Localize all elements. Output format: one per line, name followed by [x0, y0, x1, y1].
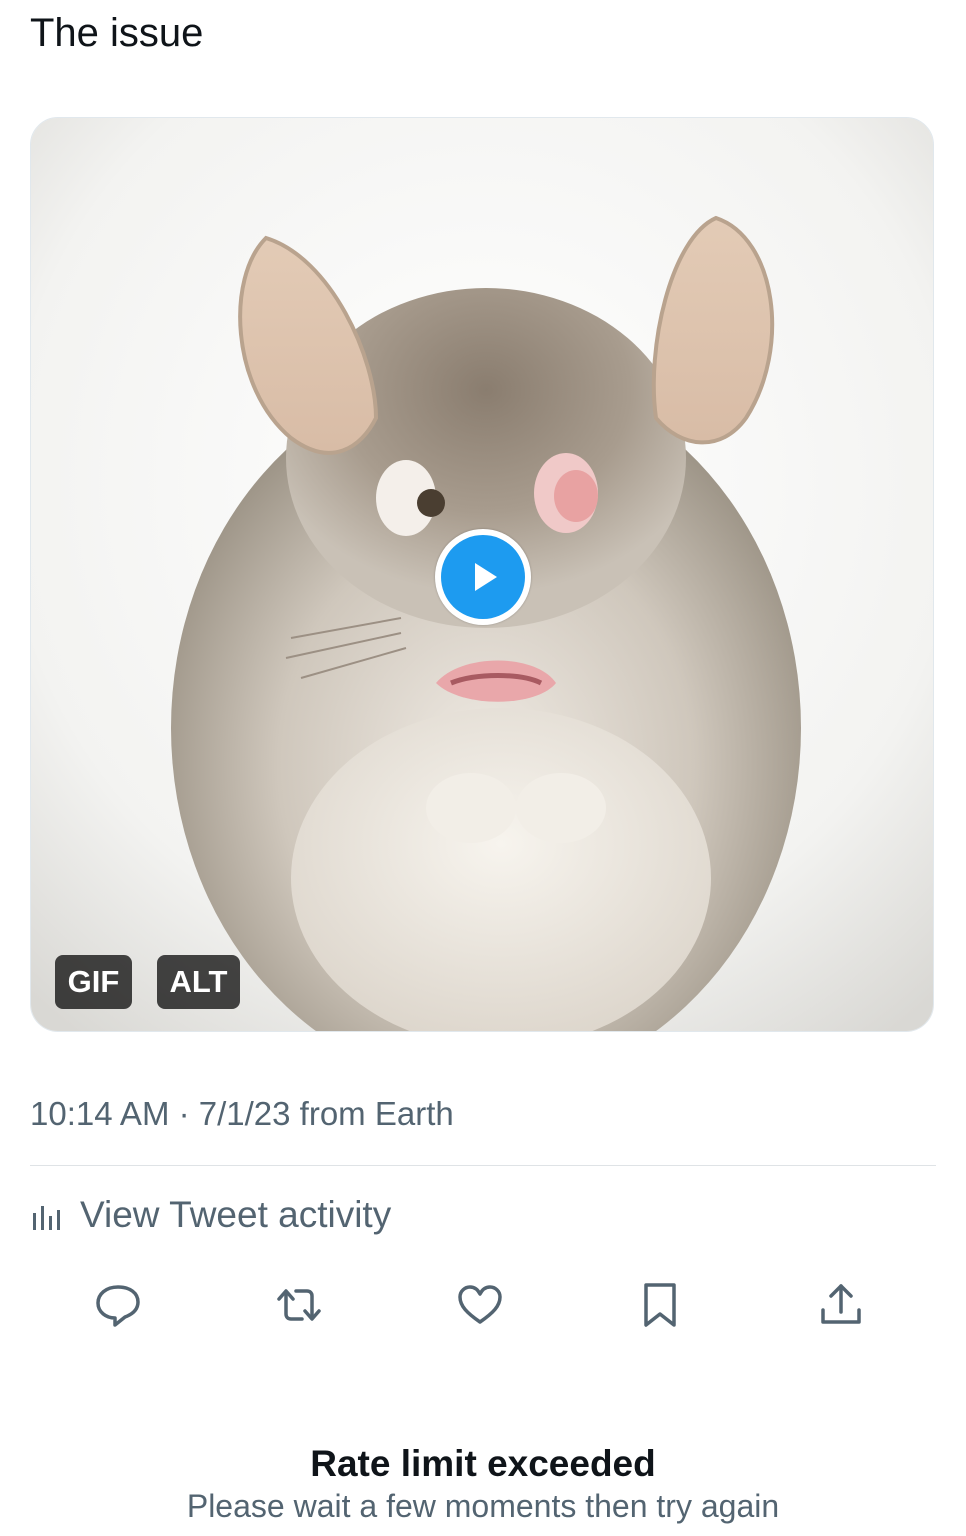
share-upload-icon: [821, 1284, 861, 1324]
speech-bubble-icon: [96, 1285, 140, 1327]
gif-badge: GIF: [55, 955, 132, 1009]
tweet-text: The issue: [30, 11, 204, 55]
heart-icon: [458, 1285, 502, 1324]
tweet-timestamp: 10:14 AM · 7/1/23 from Earth: [30, 1095, 454, 1132]
retweet-button[interactable]: [264, 1270, 334, 1340]
tweet-action-bar: [0, 1270, 966, 1340]
share-button[interactable]: [806, 1270, 876, 1340]
tweet-media-gif[interactable]: GIF ALT: [30, 117, 934, 1032]
view-tweet-activity-label: View Tweet activity: [80, 1194, 392, 1235]
bookmark-button[interactable]: [625, 1270, 695, 1340]
alt-text-button[interactable]: ALT: [157, 955, 240, 1009]
play-icon: [441, 535, 525, 619]
bookmark-icon: [644, 1283, 676, 1327]
view-tweet-activity-link[interactable]: View Tweet activity: [30, 1192, 391, 1238]
rate-limit-message: Please wait a few moments then try again: [186, 1488, 780, 1524]
play-button[interactable]: [435, 529, 531, 625]
divider: [30, 1165, 936, 1166]
like-button[interactable]: [445, 1270, 515, 1340]
bar-chart-icon: [33, 1206, 60, 1230]
retweet-arrows-icon: [277, 1289, 321, 1321]
reply-button[interactable]: [83, 1270, 153, 1340]
rate-limit-title: Rate limit exceeded: [310, 1443, 656, 1484]
